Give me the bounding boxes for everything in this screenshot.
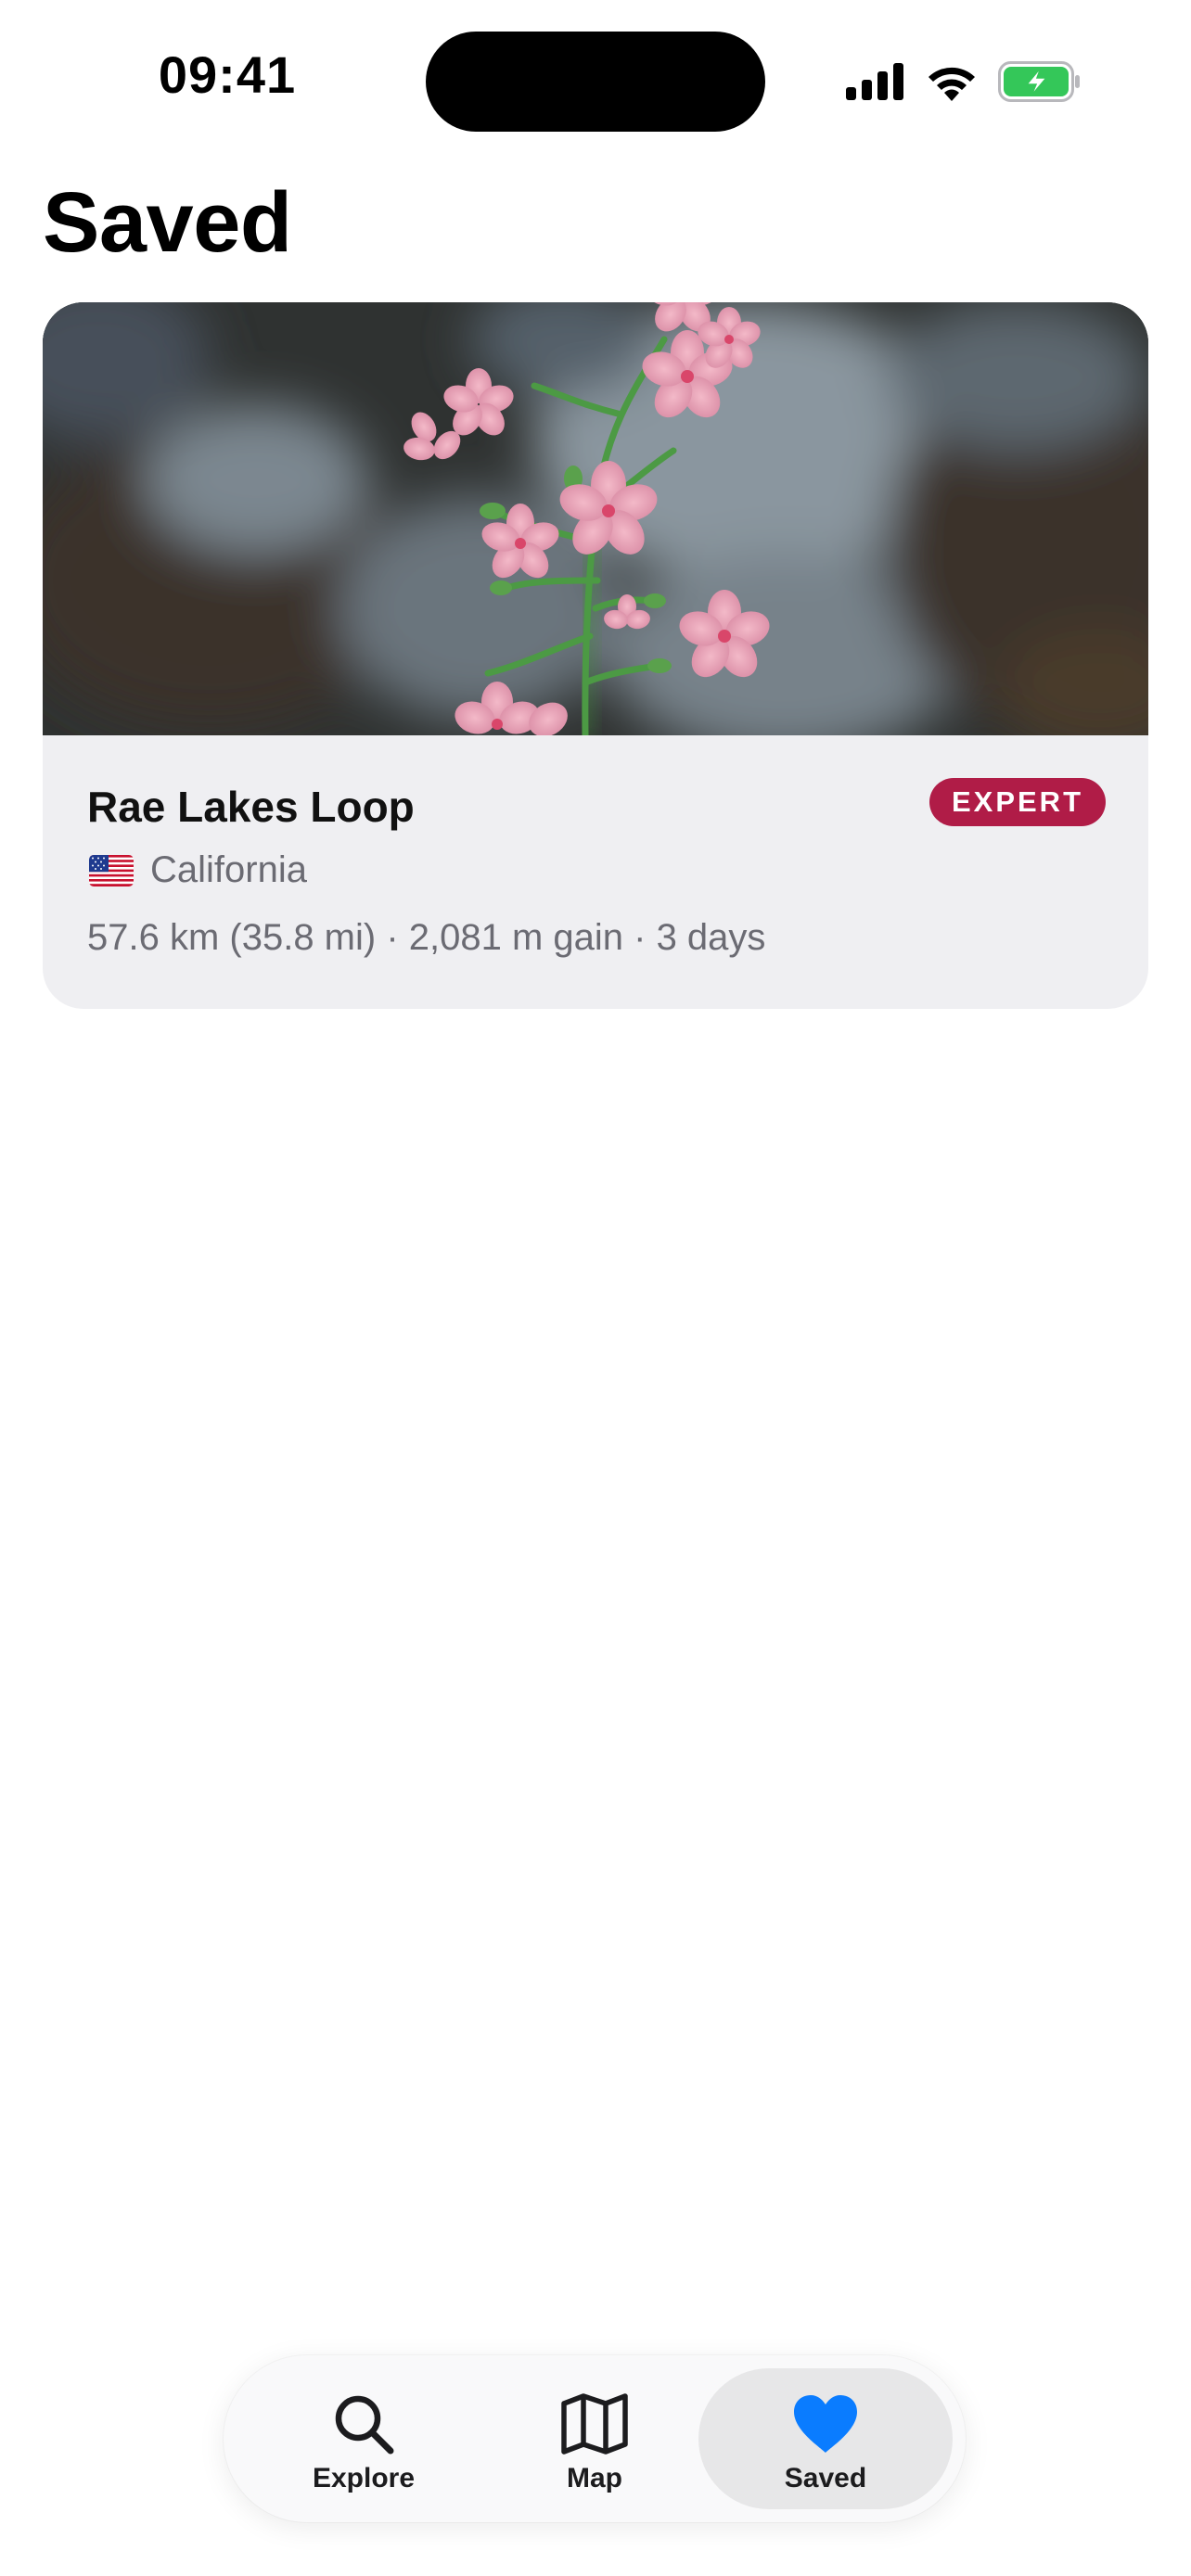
trail-stats: 57.6 km (35.8 mi) · 2,081 m gain · 3 day… [87, 917, 766, 958]
tab-map[interactable]: Map [467, 2368, 722, 2509]
tab-explore-label: Explore [312, 2463, 416, 2493]
heart-icon [792, 2391, 859, 2457]
trail-name: Rae Lakes Loop [87, 783, 415, 831]
us-flag-icon [89, 854, 134, 886]
tab-saved[interactable]: Saved [698, 2368, 953, 2509]
status-icons [846, 56, 1082, 108]
pink-wildflowers-photo [43, 302, 1148, 735]
status-time: 09:41 [158, 45, 297, 104]
cellular-signal-icon [846, 63, 905, 100]
status-bar: 09:41 [0, 0, 1191, 158]
trail-info: Rae Lakes Loop EXPERT California 57.6 km… [43, 735, 1148, 1009]
location-row: California [89, 849, 307, 891]
trail-card[interactable]: Rae Lakes Loop EXPERT California 57.6 km… [43, 302, 1148, 1009]
search-icon [331, 2391, 396, 2457]
trail-region: California [150, 849, 307, 890]
tab-bar: Explore Map Saved [224, 2355, 966, 2522]
wifi-icon [926, 62, 978, 101]
difficulty-badge: EXPERT [928, 778, 1106, 826]
dynamic-island [426, 32, 765, 132]
page-title: Saved [43, 175, 292, 270]
tab-explore[interactable]: Explore [237, 2368, 491, 2509]
tab-saved-label: Saved [784, 2463, 867, 2493]
map-icon [560, 2391, 629, 2457]
battery-charging-icon [998, 61, 1082, 102]
tab-map-label: Map [567, 2463, 622, 2493]
